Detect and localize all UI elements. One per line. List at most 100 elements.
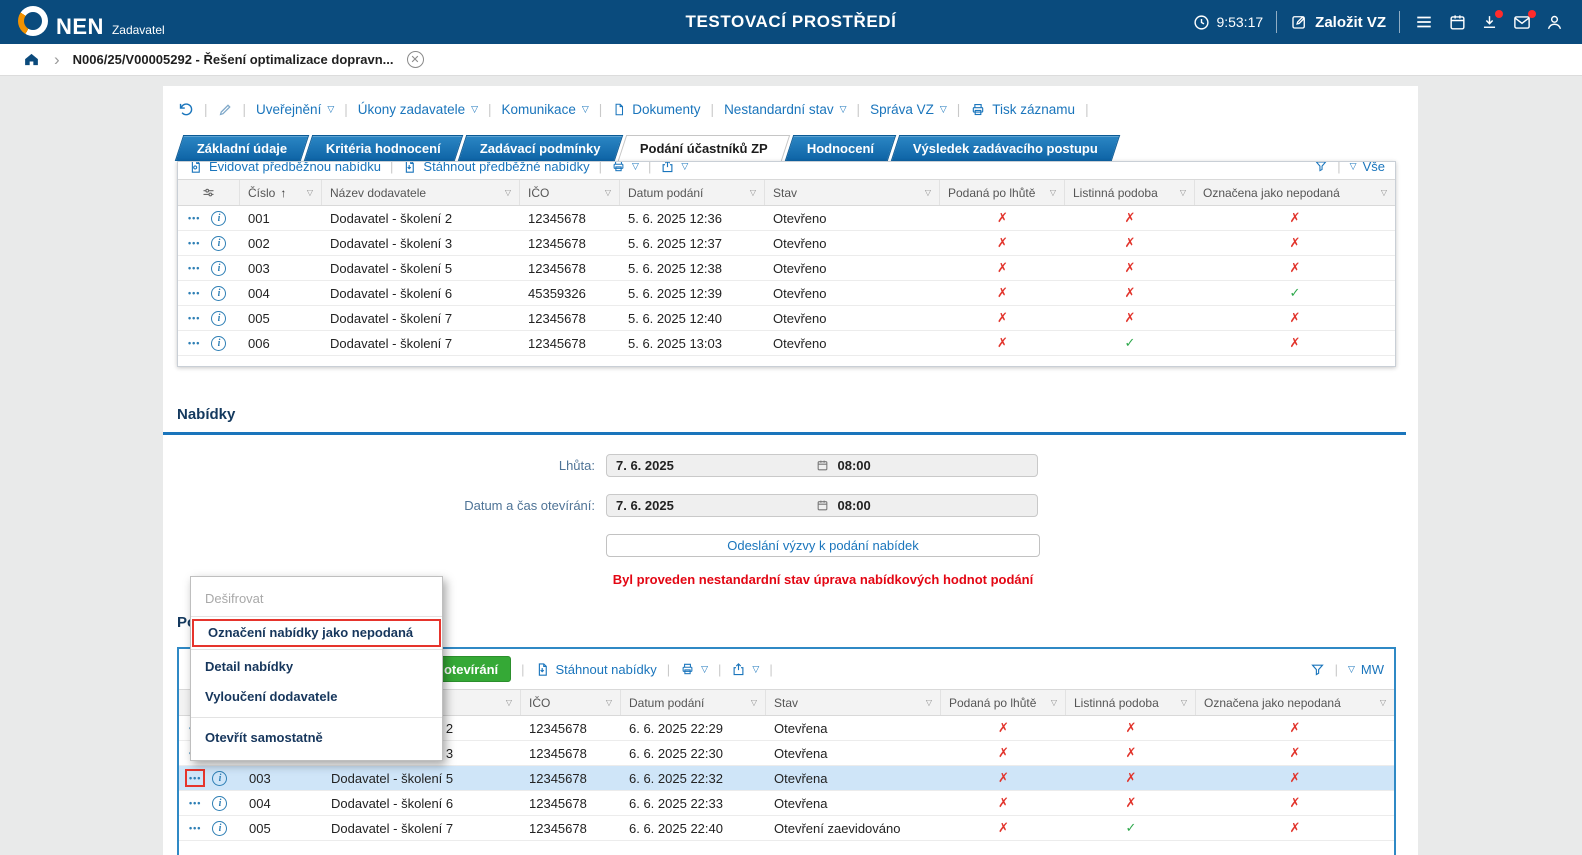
column-header-nepodana[interactable]: Označena jako nepodaná [1196, 690, 1394, 715]
column-settings[interactable] [178, 180, 240, 205]
column-header-ico[interactable]: IČO [521, 690, 621, 715]
menu-communication[interactable]: Komunikace [502, 102, 589, 117]
brand[interactable]: NEN Zadavatel [18, 6, 165, 38]
deadline-input[interactable]: 7. 6. 2025 08:00 [606, 454, 1038, 477]
export-table-button[interactable] [660, 162, 688, 174]
row-menu-icon[interactable] [186, 261, 202, 275]
menu-vz-admin[interactable]: Správa VZ [870, 102, 947, 117]
column-header-nazev[interactable]: Název dodavatele [322, 180, 520, 205]
column-header-datum[interactable]: Datum podání [621, 690, 766, 715]
menu-item-otevrit-samostatne[interactable]: Otevřít samostatně [191, 723, 442, 753]
opening-time-value[interactable]: 08:00 [829, 498, 1038, 513]
menu-contracting-actions[interactable]: Úkony zadavatele [358, 102, 478, 117]
filter-caret-icon[interactable] [1180, 189, 1186, 197]
info-icon[interactable] [212, 820, 228, 836]
info-icon[interactable] [212, 770, 228, 786]
messages-button[interactable] [1512, 9, 1536, 32]
home-icon[interactable] [22, 51, 41, 68]
filter-caret-icon[interactable] [505, 189, 511, 197]
tab-zadavaci-podminky[interactable]: Zadávací podmínky [457, 135, 624, 161]
table-row[interactable]: 004 Dodavatel - školení 6 45359326 5. 6.… [178, 281, 1395, 306]
table-row[interactable]: 003 Dodavatel - školení 5 12345678 5. 6.… [178, 256, 1395, 281]
menu-documents[interactable]: Dokumenty [612, 102, 701, 117]
create-vz-button[interactable]: Založit VZ [1290, 13, 1386, 31]
download-prelim-offers-button[interactable]: Stáhnout předběžné nabídky [402, 162, 590, 174]
view-selector[interactable]: MW [1348, 662, 1384, 677]
print-table-button[interactable] [680, 662, 708, 676]
filter-caret-icon[interactable] [925, 189, 931, 197]
column-header-listinna[interactable]: Listinná podoba [1065, 180, 1195, 205]
column-header-po-lhute[interactable]: Podaná po lhůtě [941, 690, 1066, 715]
filter-caret-icon[interactable] [606, 699, 612, 707]
table-row[interactable]: 005 Dodavatel - školení 7 12345678 6. 6.… [179, 816, 1394, 841]
row-menu-icon[interactable] [186, 311, 202, 325]
filter-caret-icon[interactable] [1051, 699, 1057, 707]
filter-caret-icon[interactable] [1380, 699, 1386, 707]
row-menu-icon[interactable] [186, 336, 202, 350]
table-row[interactable]: 004 Dodavatel - školení 6 12345678 6. 6.… [179, 791, 1394, 816]
info-icon[interactable] [211, 285, 227, 301]
row-menu-icon[interactable] [186, 286, 202, 300]
filter-caret-icon[interactable] [751, 699, 757, 707]
table-row[interactable]: 006 Dodavatel - školení 7 12345678 5. 6.… [178, 331, 1395, 356]
filter-caret-icon[interactable] [1181, 699, 1187, 707]
table-row[interactable]: 005 Dodavatel - školení 7 12345678 5. 6.… [178, 306, 1395, 331]
table-row[interactable]: 002 Dodavatel - školení 3 12345678 5. 6.… [178, 231, 1395, 256]
tab-vysledek[interactable]: Výsledek zadávacího postupu [890, 135, 1121, 161]
filter-caret-icon[interactable] [926, 699, 932, 707]
main-menu-button[interactable] [1413, 13, 1435, 31]
menu-item-detail-nabidky[interactable]: Detail nabídky [191, 652, 442, 682]
column-header-ico[interactable]: IČO [520, 180, 620, 205]
user-profile-button[interactable] [1545, 13, 1564, 32]
filter-caret-icon[interactable] [1381, 189, 1387, 197]
table-row[interactable]: 001 Dodavatel - školení 2 12345678 5. 6.… [178, 206, 1395, 231]
menu-publish[interactable]: Uveřejnění [256, 102, 334, 117]
info-icon[interactable] [211, 210, 227, 226]
menu-item-vylouceni-dodavatele[interactable]: Vyloučení dodavatele [191, 682, 442, 712]
filter-funnel-icon[interactable] [1310, 662, 1325, 677]
edit-record-button[interactable] [218, 102, 233, 117]
column-header-cislo[interactable]: Číslo [240, 180, 322, 205]
undo-button[interactable] [177, 101, 194, 118]
calendar-icon[interactable] [816, 459, 829, 472]
downloads-button[interactable] [1480, 9, 1503, 32]
calendar-icon[interactable] [816, 499, 829, 512]
breadcrumb-item[interactable]: N006/25/V00005292 - Řešení optimalizace … [73, 52, 394, 67]
info-icon[interactable] [212, 795, 228, 811]
filter-caret-icon[interactable] [605, 189, 611, 197]
menu-nonstandard-state[interactable]: Nestandardní stav [724, 102, 846, 117]
column-header-stav[interactable]: Stav [765, 180, 940, 205]
view-selector[interactable]: Vše [1350, 162, 1385, 174]
table-row-selected[interactable]: 003 Dodavatel - školení 5 12345678 6. 6.… [179, 766, 1394, 791]
column-header-listinna[interactable]: Listinná podoba [1066, 690, 1196, 715]
info-icon[interactable] [211, 335, 227, 351]
close-icon[interactable]: ✕ [406, 51, 424, 68]
info-icon[interactable] [211, 310, 227, 326]
row-menu-icon[interactable] [186, 236, 202, 250]
tab-zakladni-udaje[interactable]: Základní údaje [174, 135, 310, 161]
menu-item-oznaceni-nepodana[interactable]: Označení nabídky jako nepodaná [192, 619, 441, 647]
column-header-stav[interactable]: Stav [766, 690, 941, 715]
deadline-time-value[interactable]: 08:00 [829, 458, 1038, 473]
info-icon[interactable] [211, 235, 227, 251]
filter-funnel-icon[interactable] [1314, 162, 1328, 173]
row-menu-icon[interactable] [187, 796, 203, 810]
tab-kriteria-hodnoceni[interactable]: Kritéria hodnocení [304, 135, 464, 161]
opening-date-value[interactable]: 7. 6. 2025 [607, 498, 816, 513]
send-invitation-button[interactable]: Odeslání výzvy k podání nabídek [606, 534, 1040, 557]
calendar-button[interactable] [1448, 13, 1467, 32]
filter-caret-icon[interactable] [750, 189, 756, 197]
print-table-button[interactable] [611, 162, 639, 173]
filter-caret-icon[interactable] [1050, 189, 1056, 197]
column-header-nepodana[interactable]: Označena jako nepodaná [1195, 180, 1395, 205]
info-icon[interactable] [211, 260, 227, 276]
filter-caret-icon[interactable] [506, 699, 512, 707]
tab-podani-ucastniku[interactable]: Podání účastníků ZP [617, 135, 790, 161]
column-header-datum[interactable]: Datum podání [620, 180, 765, 205]
tab-hodnoceni[interactable]: Hodnocení [784, 135, 897, 161]
row-menu-icon[interactable] [186, 211, 202, 225]
opening-input[interactable]: 7. 6. 2025 08:00 [606, 494, 1038, 517]
register-prelim-offer-button[interactable]: Evidovat předběžnou nabídku [188, 162, 381, 174]
row-menu-icon[interactable] [187, 821, 203, 835]
download-offers-button[interactable]: Stáhnout nabídky [535, 662, 657, 677]
